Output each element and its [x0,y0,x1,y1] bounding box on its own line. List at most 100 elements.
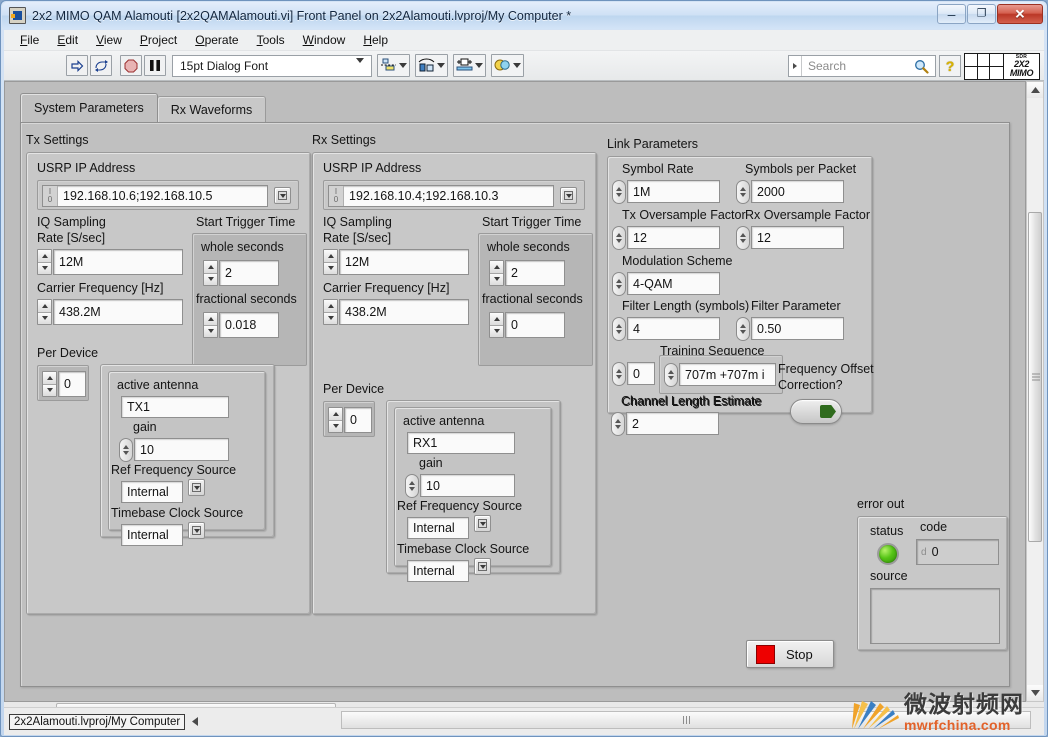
link-symbols-per-packet-spinner[interactable] [736,180,750,204]
tx-gain-input[interactable]: 10 [134,438,229,461]
scrollbar-thumb[interactable] [1028,212,1042,542]
menu-help[interactable]: Help [354,31,397,49]
tx-fractional-seconds-spinner[interactable] [203,312,218,338]
search-magnifier-icon[interactable] [914,59,929,79]
spinner-up-icon[interactable] [204,261,217,274]
spinner-down-icon[interactable] [324,262,337,274]
tx-usrp-ip-input[interactable]: I0 192.168.10.6;192.168.10.5 [42,185,268,207]
context-help-icon[interactable]: ? [939,55,961,77]
spinner-down-icon[interactable] [409,487,415,491]
spinner-down-icon[interactable] [490,273,503,285]
link-rx-oversample-spinner[interactable] [736,226,750,250]
spinner-down-icon[interactable] [329,420,342,432]
tx-whole-seconds-spinner[interactable] [203,260,218,286]
run-arrow-icon[interactable] [66,55,88,76]
search-input[interactable]: Search [788,55,936,77]
link-channel-len-estimate-input[interactable]: 2 [626,412,719,435]
tx-fractional-seconds-input[interactable]: 0.018 [219,312,279,338]
spinner-up-icon[interactable] [490,261,503,274]
scroll-up-icon[interactable] [1027,82,1043,98]
link-freq-offset-toggle[interactable] [790,399,842,424]
rx-iq-rate-spinner[interactable] [323,249,338,275]
spinner-down-icon[interactable] [204,273,217,285]
spinner-up-icon[interactable] [409,481,415,485]
rx-usrp-ip-dropdown-button[interactable] [560,187,577,204]
link-tx-oversample-spinner[interactable] [612,226,626,250]
rx-whole-seconds-input[interactable]: 2 [505,260,565,286]
tab-rx-waveforms[interactable]: Rx Waveforms [156,96,267,122]
distribute-objects-icon[interactable] [415,54,448,77]
link-symbol-rate-spinner[interactable] [612,180,626,204]
spinner-down-icon[interactable] [615,425,621,429]
spinner-up-icon[interactable] [490,313,503,326]
tx-usrp-ip-dropdown-button[interactable] [274,187,291,204]
link-filter-length-spinner[interactable] [612,317,626,341]
link-symbols-per-packet-input[interactable]: 2000 [751,180,844,203]
error-source-input[interactable] [870,588,1000,644]
rx-ref-freq-dropdown-button[interactable] [474,515,491,532]
spinner-up-icon[interactable] [616,279,622,283]
error-code-input[interactable]: d 0 [916,539,999,565]
tx-iq-rate-spinner[interactable] [37,249,52,275]
menu-edit[interactable]: Edit [48,31,87,49]
minimize-button[interactable]: – [937,4,966,24]
spinner-up-icon[interactable] [740,233,746,237]
spinner-down-icon[interactable] [740,330,746,334]
rx-carrier-spinner[interactable] [323,299,338,325]
rx-per-device-spinner[interactable] [328,407,343,433]
rx-iq-rate-input[interactable]: 12M [339,249,469,275]
rx-carrier-input[interactable]: 438.2M [339,299,469,325]
spinner-down-icon[interactable] [490,325,503,337]
rx-per-device-input[interactable]: 0 [344,407,372,433]
rx-gain-input[interactable]: 10 [420,474,515,497]
spinner-down-icon[interactable] [204,325,217,337]
link-rx-oversample-input[interactable]: 12 [751,226,844,249]
tx-gain-spinner[interactable] [119,438,133,462]
tx-timebase-dropdown-button[interactable] [188,522,205,539]
spinner-down-icon[interactable] [43,384,56,396]
close-button[interactable]: ✕ [997,4,1043,24]
run-continuously-icon[interactable] [90,55,112,76]
link-channel-len-estimate-spinner[interactable] [611,412,625,436]
menu-file[interactable]: File [11,31,48,49]
spinner-down-icon[interactable] [740,193,746,197]
spinner-down-icon[interactable] [740,239,746,243]
link-training-seq-spinner[interactable] [664,363,678,387]
link-training-seq-index-input[interactable]: 0 [627,362,655,385]
tx-active-antenna-input[interactable]: TX1 [121,396,229,418]
spinner-up-icon[interactable] [616,369,622,373]
link-modulation-spinner[interactable] [612,272,626,296]
link-training-seq-index-spinner[interactable] [612,362,626,386]
menu-tools[interactable]: Tools [248,31,294,49]
rx-usrp-ip-input[interactable]: I0 192.168.10.4;192.168.10.3 [328,185,554,207]
pause-icon[interactable] [144,55,166,76]
reorder-objects-icon[interactable] [491,54,524,77]
link-modulation-input[interactable]: 4-QAM [627,272,720,295]
spinner-up-icon[interactable] [324,250,337,263]
spinner-up-icon[interactable] [329,408,342,421]
scroll-down-icon[interactable] [1027,685,1043,701]
rx-fractional-seconds-spinner[interactable] [489,312,504,338]
spinner-down-icon[interactable] [38,262,51,274]
rx-fractional-seconds-input[interactable]: 0 [505,312,565,338]
abort-execution-icon[interactable] [120,55,142,76]
link-filter-length-input[interactable]: 4 [627,317,720,340]
spinner-up-icon[interactable] [740,324,746,328]
status-collapse-icon[interactable] [192,713,199,731]
status-splitter-bar[interactable] [341,711,1031,729]
tx-whole-seconds-input[interactable]: 2 [219,260,279,286]
font-selector[interactable]: 15pt Dialog Font [172,54,372,77]
spinner-up-icon[interactable] [616,233,622,237]
link-filter-param-spinner[interactable] [736,317,750,341]
spinner-up-icon[interactable] [668,370,674,374]
menu-view[interactable]: View [87,31,131,49]
rx-whole-seconds-spinner[interactable] [489,260,504,286]
spinner-down-icon[interactable] [668,376,674,380]
spinner-down-icon[interactable] [324,312,337,324]
tx-ref-freq-input[interactable]: Internal [121,481,183,503]
spinner-up-icon[interactable] [123,445,129,449]
stop-button[interactable]: Stop [746,640,834,668]
spinner-down-icon[interactable] [38,312,51,324]
rx-gain-spinner[interactable] [405,474,419,498]
tx-iq-rate-input[interactable]: 12M [53,249,183,275]
